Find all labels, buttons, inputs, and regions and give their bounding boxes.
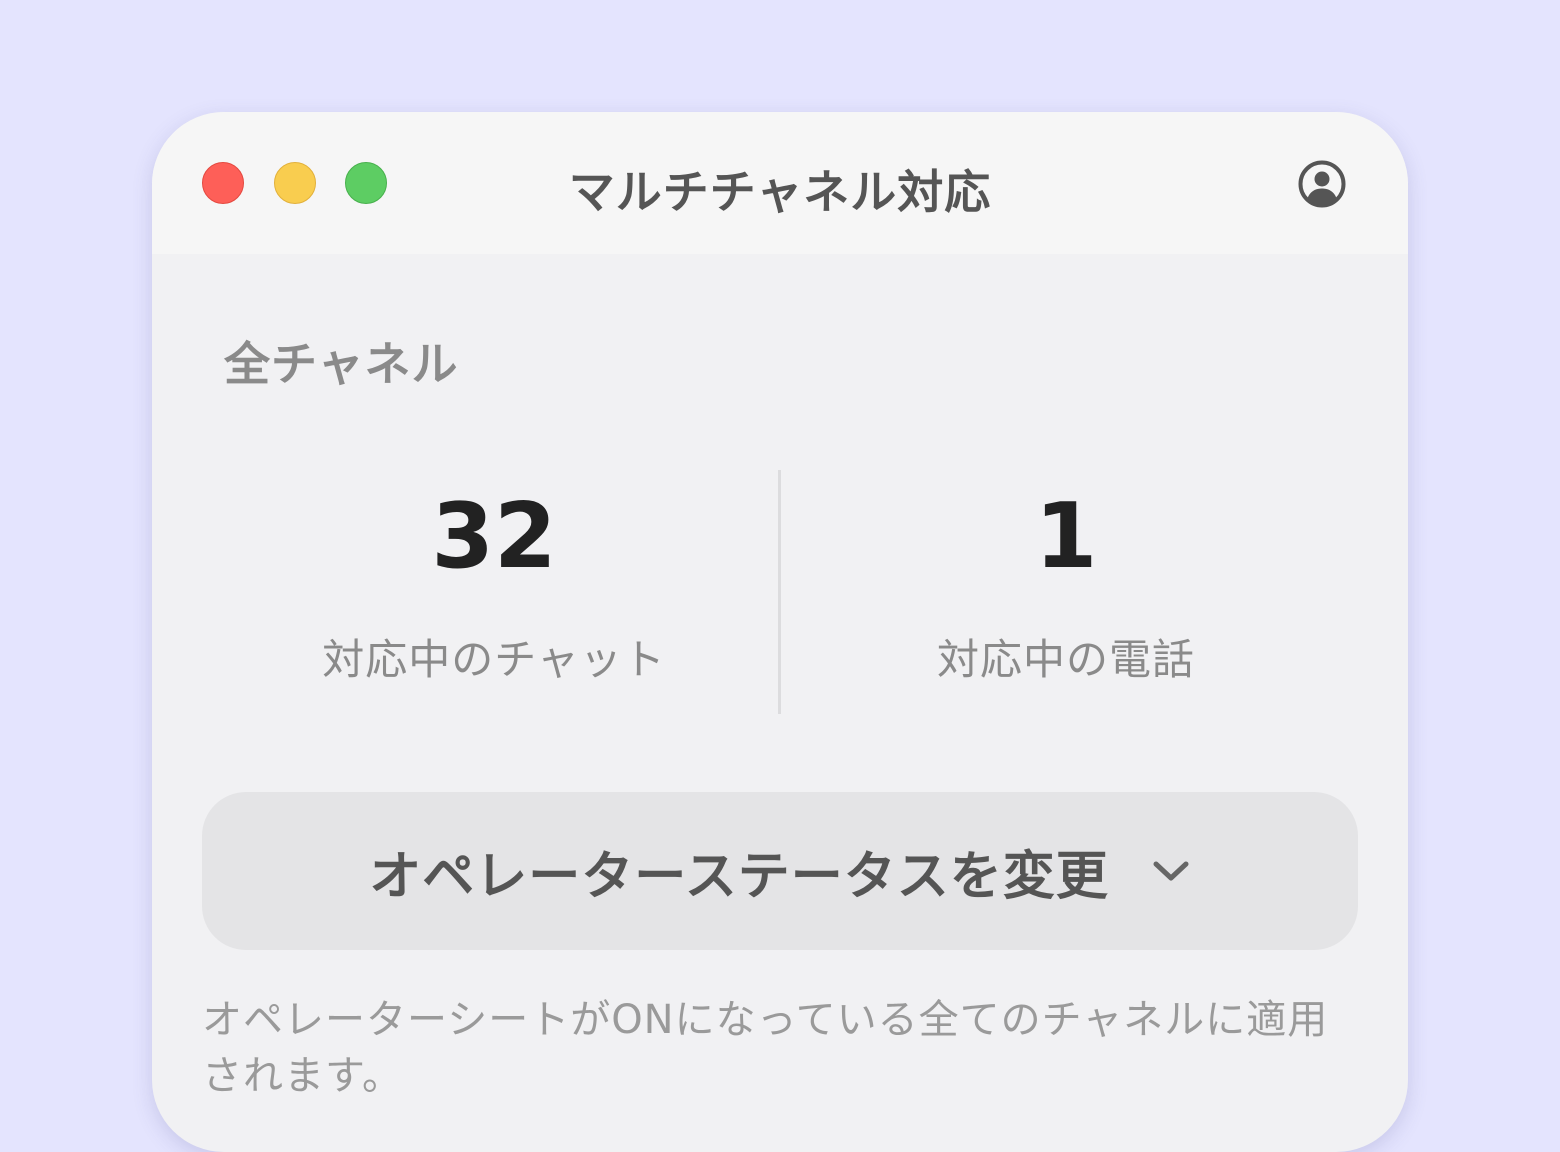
active-chats-label: 対応中のチャット — [322, 635, 666, 684]
chevron-down-icon — [1153, 861, 1189, 881]
change-operator-status-label: オペレーターステータスを変更 — [369, 846, 1109, 907]
active-calls-label: 対応中の電話 — [936, 635, 1195, 684]
active-calls-count: 1 — [1034, 484, 1098, 589]
status-note: オペレーターシートがONになっている全てのチャネルに適用されます。 — [202, 997, 1329, 1099]
active-calls-stat: 1 対応中の電話 — [788, 492, 1344, 687]
title-bar: マルチチャネル対応 — [152, 112, 1408, 254]
app-window: マルチチャネル対応 全チャネル 32 対応中のチャット 1 対応中の電話 オペレ… — [152, 112, 1408, 1152]
section-label: 全チャネル — [224, 337, 459, 391]
active-chats-count: 32 — [431, 484, 557, 589]
stats-divider — [778, 470, 781, 714]
window-title: マルチチャネル対応 — [568, 165, 992, 219]
active-chats-stat: 32 対応中のチャット — [216, 492, 772, 687]
account-circle-icon[interactable] — [1298, 160, 1346, 208]
change-operator-status-button[interactable]: オペレーターステータスを変更 — [202, 792, 1358, 950]
